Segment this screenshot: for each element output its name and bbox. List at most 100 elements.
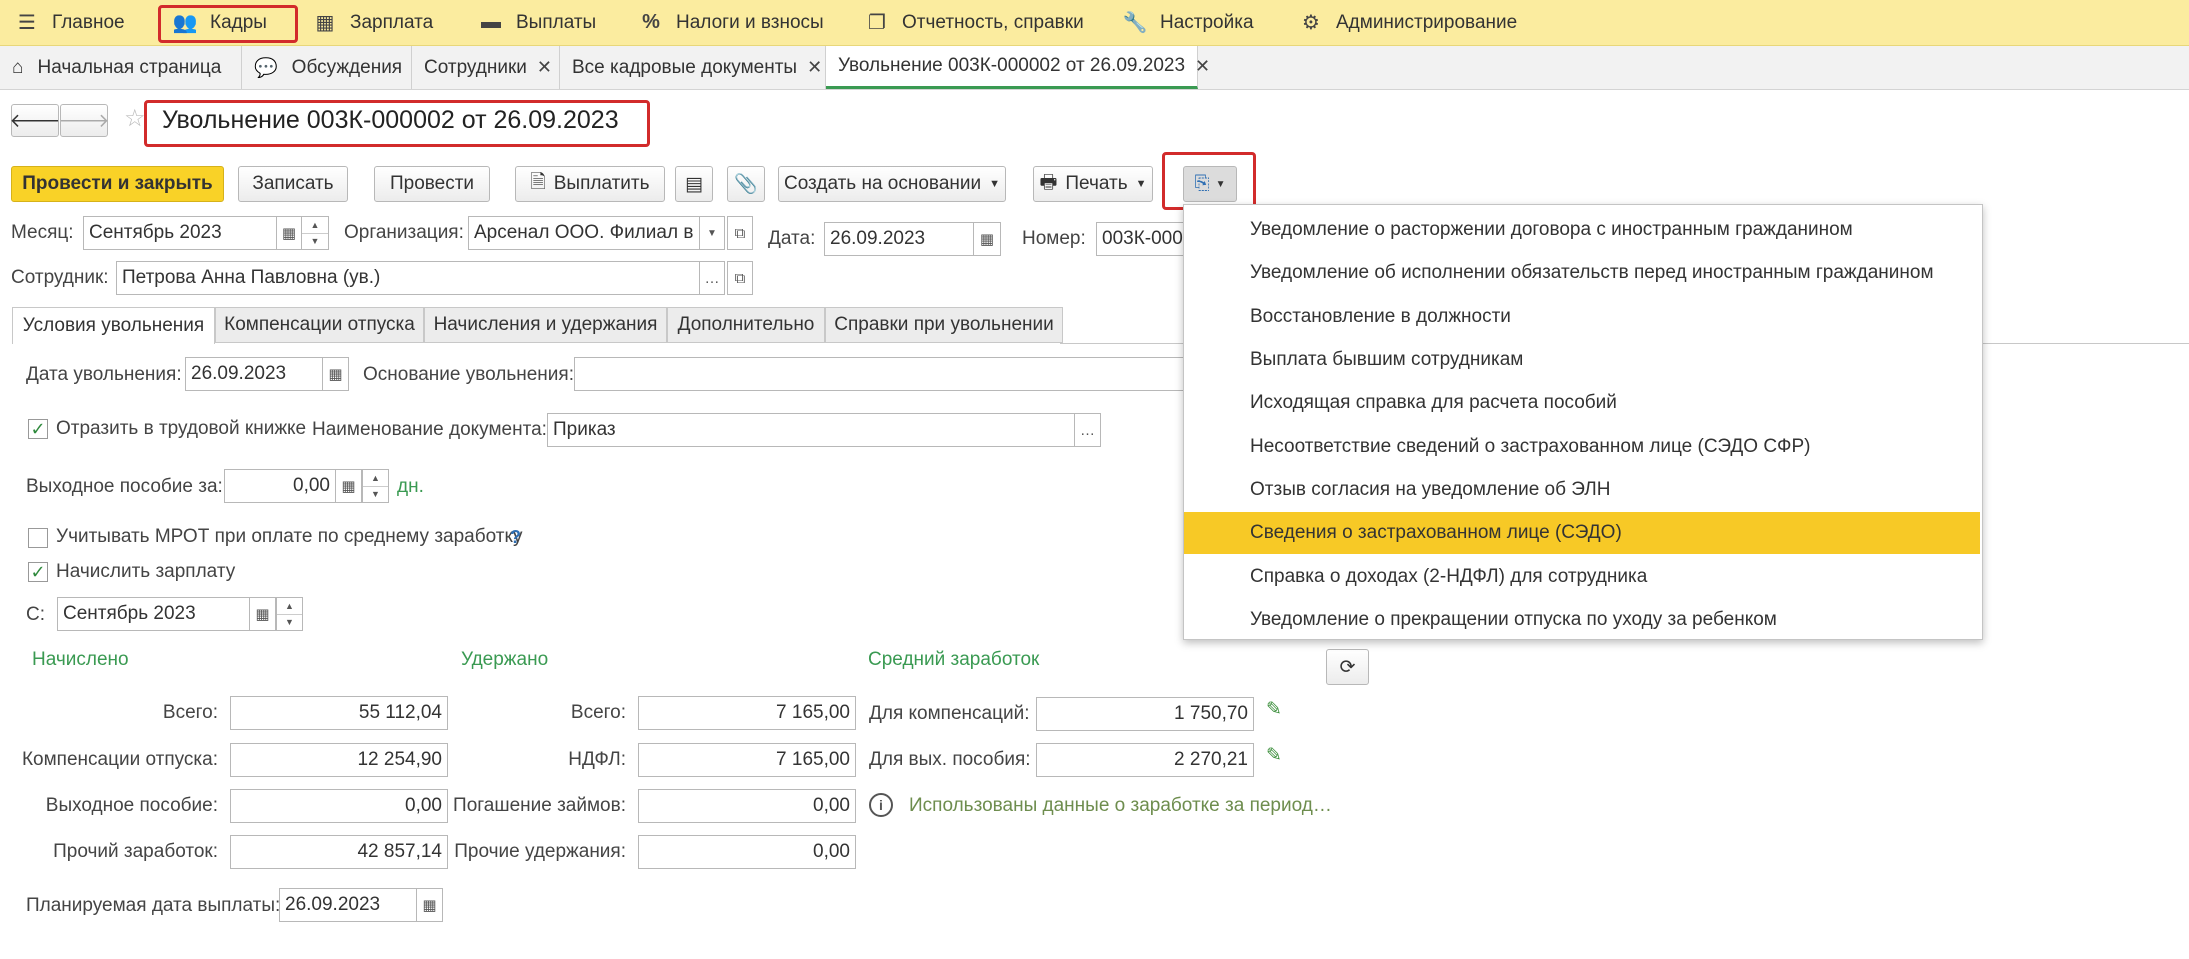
employee-open-button[interactable]: ⧉ [727,261,753,295]
tab-discussions[interactable]: 💬 Обсуждения [242,46,412,89]
workbook-checkbox[interactable]: ✓ [28,419,48,439]
tab-vacation-compensation[interactable]: Компенсации отпуска [215,307,424,343]
spin-down-icon: ▼ [310,236,320,247]
save-button[interactable]: Записать [238,166,348,202]
menu-item-main[interactable]: ☰ Главное [14,0,125,45]
ledger-button[interactable]: ▤ [675,166,713,202]
menu-item-payments[interactable]: ▬ Выплаты [478,0,596,45]
post-button[interactable]: Провести [374,166,490,202]
organization-open-button[interactable]: ⧉ [727,216,753,250]
menu-item-reinstatement[interactable]: Восстановление в должности [1184,296,1980,338]
employee-field[interactable]: Петрова Анна Павловна (ув.) [116,261,700,295]
month-field[interactable]: Сентябрь 2023 [83,216,277,250]
close-icon[interactable]: ✕ [1195,56,1210,77]
from-spinner[interactable]: ▲ ▼ [276,597,303,631]
date-calendar-button[interactable]: ▦ [973,222,1001,256]
severance-days-field[interactable]: 0,00 [224,469,336,503]
documents-icon: ❐ [868,12,886,34]
pencil-icon[interactable]: ✎ [1266,744,1282,767]
tab-home[interactable]: ⌂ Начальная страница [0,46,242,89]
withheld-other-label: Прочие удержания: [454,841,626,862]
dismissal-reason-field[interactable] [574,357,1186,391]
docname-field[interactable]: Приказ [547,413,1075,447]
menu-item-income-certificate[interactable]: Справка о доходах (2-НДФЛ) для сотрудник… [1184,556,1980,598]
withheld-total-field[interactable]: 7 165,00 [638,696,856,730]
post-and-close-button[interactable]: Провести и закрыть [11,166,224,202]
avg-info-link[interactable]: Использованы данные о заработке за перио… [909,795,1332,817]
dismissal-calendar-button[interactable]: ▦ [322,357,349,391]
employee-select-button[interactable]: … [699,261,725,295]
ledger-icon: ▤ [685,173,703,195]
menu-item-foreign-contract-termination[interactable]: Уведомление о расторжении договора с ино… [1184,209,1980,251]
withheld-heading: Удержано [461,649,549,670]
ellipsis-icon: … [704,269,720,287]
docname-select-button[interactable]: … [1074,413,1101,447]
from-calendar-button[interactable]: ▦ [249,597,276,631]
star-icon[interactable]: ☆ [124,104,146,133]
document-icon: 🗎 [530,172,546,193]
tab-additional[interactable]: Дополнительно [667,307,825,343]
print-button[interactable]: 🖶 Печать ▼ [1033,166,1153,202]
number-field[interactable]: 003К-0000 [1096,222,1186,256]
tab-dismissal-certificates[interactable]: Справки при увольнении [825,307,1063,343]
menu-item-salary[interactable]: ▦ Зарплата [312,0,434,45]
highlight-title [144,100,650,147]
planned-calendar-button[interactable]: ▦ [416,888,443,922]
menu-item-childcare-leave-end[interactable]: Уведомление о прекращении отпуска по ухо… [1184,599,1980,641]
severance-unit: дн. [397,476,424,497]
close-icon[interactable]: ✕ [807,57,822,78]
withheld-loans-field[interactable]: 0,00 [638,789,856,823]
menu-item-admin[interactable]: ⚙ Администрирование [1298,0,1517,45]
tab-dismissal[interactable]: Увольнение 003К-000002 от 26.09.2023 ✕ [826,46,1210,89]
percent-icon: % [642,11,660,33]
from-month-field[interactable]: Сентябрь 2023 [57,597,250,631]
planned-date-field[interactable]: 26.09.2023 [279,888,417,922]
hamburger-icon: ☰ [18,12,36,34]
menu-item-reports[interactable]: ❐ Отчетность, справки [864,0,1084,45]
menu-item-benefit-certificate[interactable]: Исходящая справка для расчета пособий [1184,382,1980,424]
organization-dropdown[interactable]: ▼ [699,216,725,250]
menu-item-former-employee-payment[interactable]: Выплата бывшим сотрудникам [1184,339,1980,381]
mrot-checkbox[interactable] [28,528,48,548]
menu-item-settings[interactable]: 🔧 Настройка [1122,0,1254,45]
avg-compensation-field[interactable]: 1 750,70 [1036,697,1254,731]
open-icon: ⧉ [734,224,746,242]
spin-up-icon: ▲ [363,470,388,487]
pencil-icon[interactable]: ✎ [1266,698,1282,721]
accrue-salary-checkbox[interactable]: ✓ [28,562,48,582]
withheld-other-field[interactable]: 0,00 [638,835,856,869]
tab-dismissal-conditions[interactable]: Условия увольнения [12,307,215,344]
withheld-ndfl-field[interactable]: 7 165,00 [638,743,856,777]
tab-accruals-deductions[interactable]: Начисления и удержания [424,307,667,343]
menu-item-foreign-obligations-notice[interactable]: Уведомление об исполнении обязательств п… [1184,252,1980,294]
forward-button[interactable]: 🡒 [59,104,109,137]
organization-field[interactable]: Арсенал ООО. Филиал в г. [468,216,700,250]
help-icon[interactable]: ? [510,527,521,548]
calendar-button[interactable]: ▦ [276,216,302,250]
pay-button[interactable]: 🗎 Выплатить [515,166,665,202]
avg-severance-field[interactable]: 2 270,21 [1036,743,1254,777]
menu-item-insured-mismatch[interactable]: Несоответствие сведений о застрахованном… [1184,426,1980,468]
close-icon[interactable]: ✕ [537,57,552,78]
tab-employees[interactable]: Сотрудники ✕ [412,46,560,89]
create-based-on-button[interactable]: Создать на основании ▼ [778,166,1006,202]
severance-spinner[interactable]: ▲ ▼ [362,469,389,503]
tab-all-hr-documents[interactable]: Все кадровые документы ✕ [560,46,826,89]
dismissal-date-field[interactable]: 26.09.2023 [185,357,323,391]
workbook-label: Отразить в трудовой книжке [56,418,307,439]
month-spinner[interactable]: ▲ ▼ [301,216,329,250]
date-field[interactable]: 26.09.2023 [824,222,974,256]
menu-item-insured-info-sedo[interactable]: Сведения о застрахованном лице (СЭДО) [1184,512,1980,554]
calendar-icon: ▦ [979,231,995,248]
month-label: Месяц: [11,222,74,243]
printer-icon: 🖶 [1039,172,1058,193]
severance-calc-button[interactable]: ▦ [335,469,362,503]
caret-down-icon: ▼ [989,178,1000,190]
refresh-button[interactable]: ⟳ [1326,649,1369,685]
menu-item-eln-consent-revocation[interactable]: Отзыв согласия на уведомление об ЭЛН [1184,469,1980,511]
calendar-icon: ▦ [422,897,437,914]
menu-item-taxes[interactable]: % Налоги и взносы [638,0,824,45]
docname-label: Наименование документа: [312,419,547,440]
attach-button[interactable]: 📎 [727,166,765,202]
back-button[interactable]: 🡐 [10,104,60,137]
